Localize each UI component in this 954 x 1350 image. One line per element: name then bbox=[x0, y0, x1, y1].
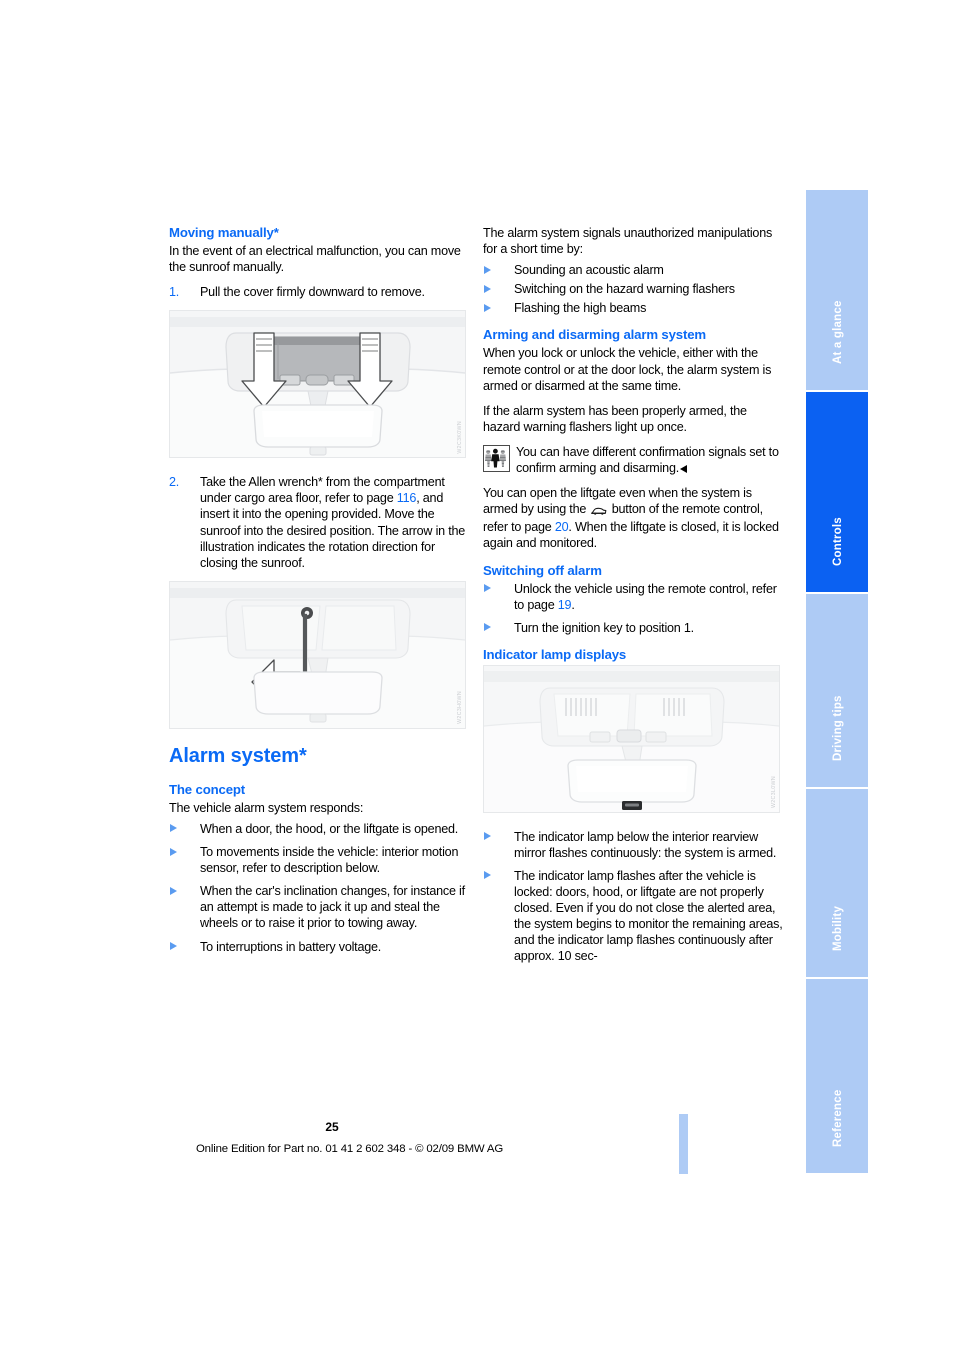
triangle-bullet-icon bbox=[484, 284, 491, 293]
sidebar-tab-label: Mobility bbox=[831, 905, 844, 951]
page-number: 25 bbox=[325, 1120, 339, 1134]
list-item: 1. Pull the cover firmly downward to rem… bbox=[169, 284, 469, 300]
note-end-marker bbox=[680, 465, 688, 474]
bullet-text: To movements inside the vehicle: interio… bbox=[200, 845, 459, 876]
bullet-text: When the car's inclination changes, for … bbox=[200, 884, 465, 931]
section-tab-strip: At a glance Controls Driving tips Mobili… bbox=[806, 190, 868, 1173]
list-item: To interruptions in battery voltage. bbox=[169, 939, 469, 955]
bullet-text: Switching on the hazard warning flashers bbox=[514, 282, 735, 297]
note-confirmation-signals: You can have different confirmation sign… bbox=[483, 444, 783, 476]
paragraph-arming-1: When you lock or unlock the vehicle, eit… bbox=[483, 346, 772, 393]
manual-page: At a glance Controls Driving tips Mobili… bbox=[0, 0, 954, 1350]
triangle-bullet-icon bbox=[170, 824, 177, 833]
list-item: 2. Take the Allen wrench* from the compa… bbox=[169, 474, 469, 571]
figure-1-illustration bbox=[170, 311, 465, 458]
triangle-bullet-icon bbox=[170, 886, 177, 895]
signals-bullet-list: Sounding an acoustic alarm Switching on … bbox=[483, 262, 783, 316]
paragraph-concept-intro: The vehicle alarm system responds: bbox=[169, 800, 364, 815]
heading-arming-disarming: Arming and disarming alarm system bbox=[483, 327, 706, 343]
sidebar-tab-mobility[interactable]: Mobility bbox=[806, 787, 868, 977]
figure-sunroof-cover-removal: W2C3K0WN bbox=[169, 310, 466, 459]
list-item: Sounding an acoustic alarm bbox=[483, 262, 783, 278]
heading-the-concept: The concept bbox=[169, 781, 246, 797]
sidebar-tab-at-a-glance[interactable]: At a glance bbox=[806, 190, 868, 390]
figure-code: W2C3K0WN bbox=[457, 420, 463, 454]
sidebar-tab-controls[interactable]: Controls bbox=[806, 390, 868, 592]
paragraph-arming-2: If the alarm system has been properly ar… bbox=[483, 403, 747, 434]
numbered-steps-list: 1. Pull the cover firmly downward to rem… bbox=[169, 284, 469, 300]
heading-moving-manually: Moving manually* bbox=[169, 225, 279, 240]
list-item: The indicator lamp flashes after the veh… bbox=[483, 868, 783, 965]
concept-bullet-list: When a door, the hood, or the liftgate i… bbox=[169, 821, 469, 955]
list-item: The indicator lamp below the interior re… bbox=[483, 829, 783, 861]
bullet-text: The indicator lamp flashes after the veh… bbox=[514, 868, 783, 964]
bullet-text-after: . bbox=[571, 597, 575, 612]
paragraph-signals-intro: The alarm system signals unauthorized ma… bbox=[483, 226, 773, 257]
bullet-text-before: Unlock the vehicle using the remote cont… bbox=[514, 581, 777, 612]
list-item: Unlock the vehicle using the remote cont… bbox=[483, 581, 783, 613]
triangle-bullet-icon bbox=[484, 584, 491, 592]
figure-2-illustration bbox=[170, 581, 465, 728]
bullet-text: The indicator lamp below the interior re… bbox=[514, 829, 777, 860]
triangle-bullet-icon bbox=[484, 265, 491, 274]
list-item: Switching on the hazard warning flashers bbox=[483, 281, 783, 297]
sidebar-tab-label: Controls bbox=[831, 517, 844, 566]
heading-switching-off-alarm: Switching off alarm bbox=[483, 562, 602, 578]
page-reference-19[interactable]: 19 bbox=[558, 598, 572, 612]
figure-3-illustration bbox=[484, 665, 779, 812]
heading-indicator-lamp-displays: Indicator lamp displays bbox=[483, 646, 627, 662]
switching-off-bullet-list: Unlock the vehicle using the remote cont… bbox=[483, 581, 783, 636]
list-item: Flashing the high beams bbox=[483, 300, 783, 316]
heading-alarm-system: Alarm system* bbox=[169, 744, 307, 767]
triangle-bullet-icon bbox=[170, 847, 177, 856]
numbered-steps-list-2: 2. Take the Allen wrench* from the compa… bbox=[169, 474, 469, 571]
figure-code: W2C3L0WN bbox=[771, 775, 777, 808]
sidebar-tab-label: Reference bbox=[831, 1089, 844, 1147]
bullet-text: Flashing the high beams bbox=[514, 301, 647, 316]
figure-code: W2C3H0WN bbox=[457, 690, 463, 724]
list-item: To movements inside the vehicle: interio… bbox=[169, 844, 469, 876]
bullet-text: When a door, the hood, or the liftgate i… bbox=[200, 821, 459, 836]
step-number: 1. bbox=[169, 285, 180, 300]
sidebar-tab-label: At a glance bbox=[831, 300, 844, 364]
figure-indicator-lamp: W2C3L0WN bbox=[483, 664, 780, 813]
bullet-text: Turn the ignition key to position 1. bbox=[514, 620, 694, 635]
figure-allen-wrench-rotation: W2C3H0WN bbox=[169, 580, 466, 729]
triangle-bullet-icon bbox=[484, 623, 491, 632]
list-item: When the car's inclination changes, for … bbox=[169, 883, 469, 931]
footer-copyright-note: Online Edition for Part no. 01 41 2 602 … bbox=[195, 1143, 504, 1155]
page-reference-116[interactable]: 116 bbox=[397, 491, 417, 505]
note-text: You can have different confirmation sign… bbox=[516, 444, 779, 476]
list-item: When a door, the hood, or the liftgate i… bbox=[169, 821, 469, 837]
bullet-text: To interruptions in battery voltage. bbox=[200, 939, 382, 954]
triangle-bullet-icon bbox=[484, 832, 491, 841]
workshop-people-icon bbox=[483, 444, 510, 472]
left-text-column: Moving manually* In the event of an elec… bbox=[169, 225, 469, 965]
step-number: 2. bbox=[169, 475, 180, 490]
indicator-bullet-list: The indicator lamp below the interior re… bbox=[483, 829, 783, 965]
step-text: Pull the cover firmly downward to remove… bbox=[200, 285, 425, 300]
list-item: Turn the ignition key to position 1. bbox=[483, 620, 783, 636]
right-text-column: The alarm system signals unauthorized ma… bbox=[483, 225, 783, 975]
liftgate-button-icon bbox=[590, 503, 607, 519]
paragraph-liftgate: You can open the liftgate even when the … bbox=[483, 485, 783, 551]
sidebar-tab-label: Driving tips bbox=[831, 695, 844, 761]
page-reference-20[interactable]: 20 bbox=[555, 520, 569, 534]
triangle-bullet-icon bbox=[484, 871, 491, 880]
paragraph-moving-intro: In the event of an electrical malfunctio… bbox=[169, 244, 461, 275]
bullet-text: Sounding an acoustic alarm bbox=[514, 263, 664, 278]
sidebar-tab-driving-tips[interactable]: Driving tips bbox=[806, 592, 868, 787]
triangle-bullet-icon bbox=[170, 942, 177, 950]
triangle-bullet-icon bbox=[484, 303, 491, 312]
